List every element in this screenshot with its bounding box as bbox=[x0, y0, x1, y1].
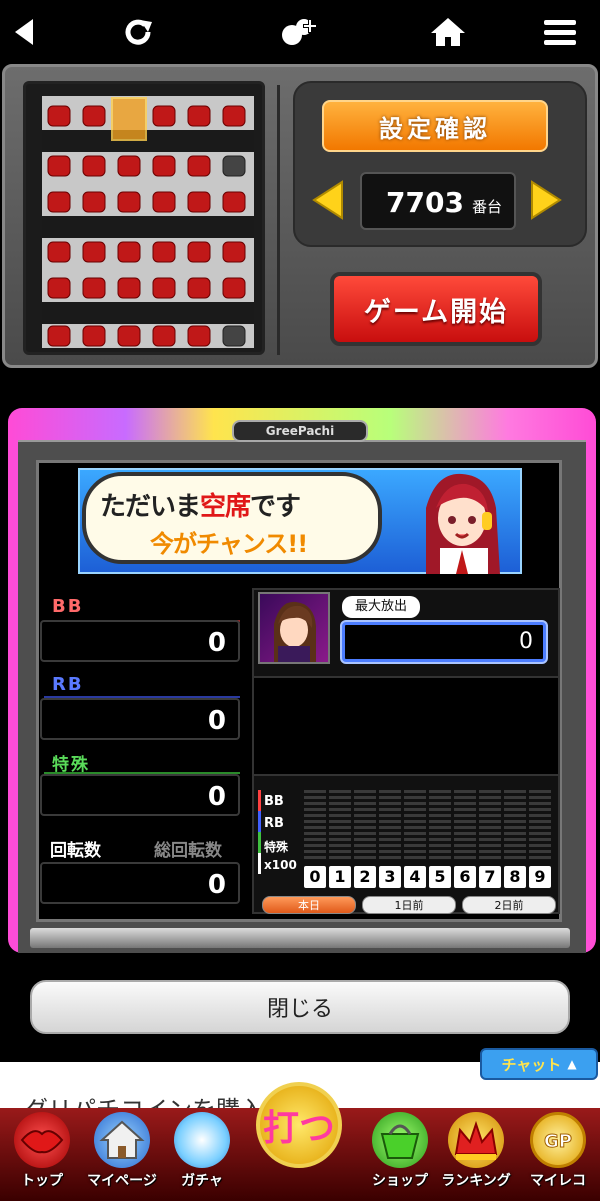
crown-icon bbox=[448, 1112, 504, 1168]
graph-digit: 0 bbox=[304, 866, 326, 888]
graph-digit: 6 bbox=[454, 866, 476, 888]
tab-1-day-ago[interactable]: 1日前 bbox=[362, 896, 456, 914]
play-button[interactable]: 打つ bbox=[256, 1082, 342, 1168]
settei-check-button[interactable]: 設定確認 bbox=[322, 100, 548, 152]
spin-count-label: 回転数 bbox=[50, 841, 101, 861]
graph-label-bb: BB bbox=[264, 794, 284, 809]
tab-2-days-ago[interactable]: 2日前 bbox=[462, 896, 556, 914]
nav-item-myreco[interactable]: GP マイレコ bbox=[518, 1108, 598, 1201]
graph-columns bbox=[302, 790, 558, 860]
nav-item-top[interactable]: トップ bbox=[2, 1108, 82, 1201]
hall-map[interactable] bbox=[23, 81, 265, 355]
back-arrow-icon[interactable] bbox=[4, 12, 44, 52]
banner-text-a: ただいま bbox=[100, 492, 201, 522]
nav-item-gacha[interactable]: ガチャ bbox=[162, 1108, 242, 1201]
banner-line-1: ただいま空席です bbox=[100, 486, 301, 523]
bb-count-box: 0 bbox=[40, 620, 240, 662]
tab-today[interactable]: 本日 bbox=[262, 896, 356, 914]
home-icon[interactable] bbox=[428, 12, 468, 52]
hamburger-menu-icon[interactable] bbox=[540, 12, 580, 52]
gp-coin-icon: GP bbox=[530, 1112, 586, 1168]
seat-layout[interactable] bbox=[42, 96, 254, 348]
special-count: 0 bbox=[207, 782, 226, 812]
graph-column bbox=[479, 790, 501, 860]
graph-digit: 2 bbox=[354, 866, 376, 888]
next-machine-arrow-icon[interactable] bbox=[528, 180, 564, 220]
game-start-button[interactable]: ゲーム開始 bbox=[330, 272, 542, 346]
graph-column bbox=[529, 790, 551, 860]
banner-text-c: です bbox=[250, 492, 301, 522]
rb-label: RB bbox=[52, 674, 84, 695]
graph-column bbox=[429, 790, 451, 860]
graph-digit: 5 bbox=[429, 866, 451, 888]
nav-item-mypage[interactable]: マイページ bbox=[82, 1108, 162, 1201]
chat-label: チャット bbox=[501, 1055, 562, 1074]
top-bar bbox=[0, 0, 600, 62]
spin-count-box: 0 bbox=[40, 862, 240, 904]
nav-label: ショップ bbox=[372, 1173, 428, 1189]
svg-text:GP: GP bbox=[544, 1131, 572, 1152]
nav-label: ガチャ bbox=[181, 1173, 223, 1189]
brand-plate: GreePachi bbox=[232, 420, 368, 442]
graph-legend-bar bbox=[258, 790, 261, 874]
graph-column bbox=[304, 790, 326, 860]
banner-line-2: 今がチャンス!! bbox=[150, 530, 308, 558]
graph-digit: 8 bbox=[504, 866, 526, 888]
graph-label-x100: x100 bbox=[264, 858, 297, 872]
close-button[interactable]: 閉じる bbox=[30, 980, 570, 1034]
rb-count-box: 0 bbox=[40, 698, 240, 740]
max-payout-box: 0 bbox=[342, 622, 546, 662]
special-count-box: 0 bbox=[40, 774, 240, 816]
banner-text-highlight: 空席 bbox=[200, 492, 251, 522]
reload-icon[interactable] bbox=[118, 12, 158, 52]
house-icon bbox=[94, 1112, 150, 1168]
spin-count: 0 bbox=[207, 870, 226, 900]
bb-count: 0 bbox=[207, 628, 226, 658]
machine-number: 7703 bbox=[386, 186, 464, 219]
shopping-basket-icon bbox=[372, 1112, 428, 1168]
graph-column bbox=[404, 790, 426, 860]
gacha-orb-icon bbox=[174, 1112, 230, 1168]
graph-digit: 9 bbox=[529, 866, 551, 888]
nav-label: マイページ bbox=[87, 1173, 157, 1189]
graph-column bbox=[354, 790, 376, 860]
hall-seat-grid[interactable] bbox=[42, 96, 254, 348]
chevron-up-icon: ▲ bbox=[567, 1057, 577, 1071]
max-payout-label: 最大放出 bbox=[342, 596, 420, 618]
prev-machine-arrow-icon[interactable] bbox=[310, 180, 346, 220]
graph-digit: 7 bbox=[479, 866, 501, 888]
graph-column bbox=[379, 790, 401, 860]
max-payout-value: 0 bbox=[519, 629, 533, 654]
graph-column bbox=[454, 790, 476, 860]
nav-label: マイレコ bbox=[530, 1173, 586, 1189]
rb-count: 0 bbox=[207, 706, 226, 736]
graph-label-rb: RB bbox=[264, 816, 284, 831]
graph-label-special: 特殊 bbox=[264, 840, 289, 854]
machine-base bbox=[30, 928, 570, 948]
nav-item-shop[interactable]: ショップ bbox=[360, 1108, 440, 1201]
lips-icon bbox=[14, 1112, 70, 1168]
graph-digit: 3 bbox=[379, 866, 401, 888]
graph-column bbox=[504, 790, 526, 860]
bb-label: BB bbox=[52, 596, 84, 617]
nav-label: トップ bbox=[21, 1173, 63, 1189]
mascot-girl-image bbox=[396, 468, 520, 574]
graph-column bbox=[329, 790, 351, 860]
history-display bbox=[254, 676, 558, 776]
play-label: 打つ bbox=[262, 1108, 335, 1149]
graph-digit: 1 bbox=[329, 866, 351, 888]
machine-thumbnail-image bbox=[258, 592, 330, 664]
add-friend-icon[interactable] bbox=[278, 12, 318, 52]
total-spin-count-label: 総回転数 bbox=[154, 841, 222, 861]
panel-divider bbox=[277, 85, 280, 355]
nav-item-ranking[interactable]: ランキング bbox=[436, 1108, 516, 1201]
nav-label: ランキング bbox=[441, 1173, 511, 1189]
chat-button[interactable]: チャット ▲ bbox=[480, 1048, 598, 1080]
graph-digit: 4 bbox=[404, 866, 426, 888]
machine-unit-label: 番台 bbox=[472, 198, 503, 216]
